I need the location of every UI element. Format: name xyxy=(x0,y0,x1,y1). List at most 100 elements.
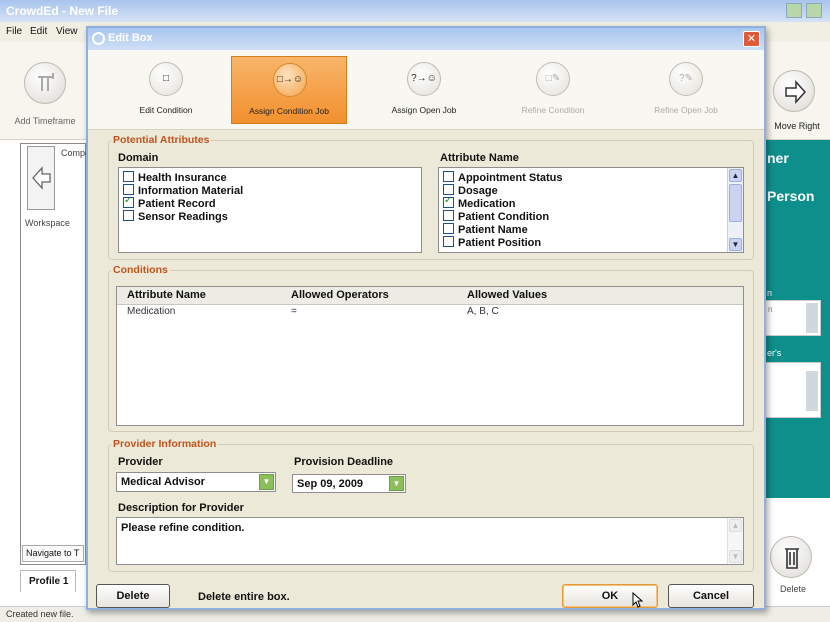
right-panel-label-2: er's xyxy=(767,348,782,358)
step-label: Refine Condition xyxy=(521,105,585,115)
table-row[interactable]: Medication = A, B, C xyxy=(117,304,743,319)
chevron-down-icon[interactable]: ▼ xyxy=(259,474,274,490)
checkbox-checked-icon[interactable] xyxy=(443,195,454,208)
mouse-cursor-icon xyxy=(632,592,644,608)
cell-allowed-values: A, B, C xyxy=(467,306,499,318)
cell-attribute-name: Medication xyxy=(127,306,176,318)
dialog-titlebar: Edit Box ✕ xyxy=(88,28,764,50)
timeframe-icon xyxy=(38,73,54,91)
checkbox-icon[interactable] xyxy=(123,210,134,221)
maximize-icon[interactable] xyxy=(806,3,822,18)
checkbox-icon[interactable] xyxy=(443,236,454,247)
menu-edit[interactable]: Edit xyxy=(30,26,47,37)
delete-main-label: Delete xyxy=(780,584,807,594)
checkbox-icon[interactable] xyxy=(443,223,454,234)
move-left-button[interactable] xyxy=(27,146,55,210)
tab-profile-1[interactable]: Profile 1 xyxy=(20,570,76,592)
checkbox-icon[interactable] xyxy=(123,184,134,195)
attribute-item-label: Appointment Status xyxy=(458,172,563,184)
right-panel-field-2[interactable] xyxy=(765,362,821,418)
scroll-thumb[interactable] xyxy=(729,184,742,222)
step-edit-condition[interactable]: □ Edit Condition xyxy=(108,56,224,124)
domain-label: Domain xyxy=(118,152,159,164)
conditions-table: Attribute Name Allowed Operators Allowed… xyxy=(116,286,744,426)
app-titlebar: CrowdEd - New File xyxy=(0,0,830,22)
scroll-up-icon[interactable]: ▲ xyxy=(729,169,742,182)
right-panel-person: Person xyxy=(767,188,815,204)
delete-box-hint: Delete entire box. xyxy=(198,591,290,603)
right-panel-field-hint: n xyxy=(768,305,773,314)
right-panel-field-1[interactable]: n xyxy=(765,300,821,336)
cancel-button[interactable]: Cancel xyxy=(668,584,754,608)
attribute-item-label: Patient Position xyxy=(458,237,542,249)
move-right-button[interactable] xyxy=(773,70,815,112)
arrow-left-icon xyxy=(32,166,51,190)
condition-box-icon: □ xyxy=(149,62,183,96)
domain-item[interactable]: Sensor Readings xyxy=(123,210,228,223)
step-assign-condition-job[interactable]: □→☺ Assign Condition Job xyxy=(231,56,347,124)
provision-deadline-picker[interactable]: Sep 09, 2009 ▼ xyxy=(292,474,406,493)
domain-list: Health Insurance Information Material Pa… xyxy=(118,167,422,253)
menu-view[interactable]: View xyxy=(56,26,78,37)
ok-button-label: OK xyxy=(601,590,619,602)
app-title: CrowdEd - New File xyxy=(6,4,119,18)
add-timeframe-label: Add Timeframe xyxy=(14,116,76,126)
add-timeframe-button[interactable] xyxy=(24,62,66,104)
column-allowed-values[interactable]: Allowed Values xyxy=(457,287,743,305)
attribute-item-label: Patient Condition xyxy=(458,211,550,223)
conditions-header-row: Attribute Name Allowed Operators Allowed… xyxy=(117,287,743,305)
scrollbar[interactable] xyxy=(806,371,818,411)
checkbox-icon[interactable] xyxy=(443,171,454,182)
attribute-item[interactable]: Patient Position xyxy=(443,236,541,249)
description-textarea[interactable]: Please refine condition. ▲ ▼ xyxy=(116,517,744,565)
scroll-down-icon[interactable]: ▼ xyxy=(729,550,742,563)
domain-item-label: Sensor Readings xyxy=(138,211,228,223)
domain-item[interactable]: Health Insurance xyxy=(123,171,227,184)
attribute-item[interactable]: Appointment Status xyxy=(443,171,563,184)
attribute-item[interactable]: Patient Condition xyxy=(443,210,549,223)
delete-box-button[interactable]: Delete xyxy=(96,584,170,608)
scrollbar[interactable] xyxy=(806,303,818,333)
provision-deadline-label: Provision Deadline xyxy=(294,456,394,468)
dialog-title: Edit Box xyxy=(108,32,153,44)
attribute-item[interactable]: Patient Name xyxy=(443,223,528,236)
provider-select[interactable]: Medical Advisor ▼ xyxy=(116,472,276,492)
assign-condition-icon: □→☺ xyxy=(273,63,307,97)
chevron-down-icon[interactable]: ▼ xyxy=(389,476,404,491)
delete-main-button[interactable] xyxy=(770,536,812,578)
attribute-item[interactable]: Medication xyxy=(443,195,515,210)
domain-item-label: Information Material xyxy=(138,185,244,197)
navigate-to-button[interactable]: Navigate to T xyxy=(22,545,84,562)
minimize-icon[interactable] xyxy=(786,3,802,18)
trash-icon xyxy=(785,548,799,569)
scroll-down-icon[interactable]: ▼ xyxy=(729,238,742,251)
domain-item[interactable]: Patient Record xyxy=(123,195,216,210)
domain-item[interactable]: Information Material xyxy=(123,184,243,197)
menu-file[interactable]: File xyxy=(6,26,22,37)
checkbox-icon[interactable] xyxy=(123,171,134,182)
conditions-legend: Conditions xyxy=(113,264,168,276)
step-assign-open-job[interactable]: ?→☺ Assign Open Job xyxy=(366,56,482,124)
description-label: Description for Provider xyxy=(118,502,244,514)
checkbox-checked-icon[interactable] xyxy=(123,195,134,208)
step-label: Assign Condition Job xyxy=(249,106,329,116)
attribute-list-scrollbar[interactable]: ▲ ▼ xyxy=(727,168,743,252)
refine-condition-icon: □✎ xyxy=(536,62,570,96)
component-pane: Compo Workspace xyxy=(20,143,90,565)
step-refine-condition: □✎ Refine Condition xyxy=(495,56,611,124)
checkbox-icon[interactable] xyxy=(443,184,454,195)
step-label: Edit Condition xyxy=(139,105,193,115)
edit-box-dialog: Edit Box ✕ □ Edit Condition □→☺ Assign C… xyxy=(86,26,766,610)
workspace-label: Workspace xyxy=(25,218,70,228)
attribute-list: Appointment Status Dosage Medication Pat… xyxy=(438,167,744,253)
column-allowed-operators[interactable]: Allowed Operators xyxy=(281,287,457,305)
description-scrollbar[interactable]: ▲ ▼ xyxy=(727,518,743,564)
close-icon[interactable]: ✕ xyxy=(743,31,760,47)
domain-item-label: Patient Record xyxy=(138,198,216,210)
refine-open-icon: ?✎ xyxy=(669,62,703,96)
provision-deadline-value: Sep 09, 2009 xyxy=(297,478,364,490)
right-panel-heading: ner xyxy=(767,150,789,166)
scroll-up-icon[interactable]: ▲ xyxy=(729,519,742,532)
column-attribute-name[interactable]: Attribute Name xyxy=(117,287,281,305)
checkbox-icon[interactable] xyxy=(443,210,454,221)
